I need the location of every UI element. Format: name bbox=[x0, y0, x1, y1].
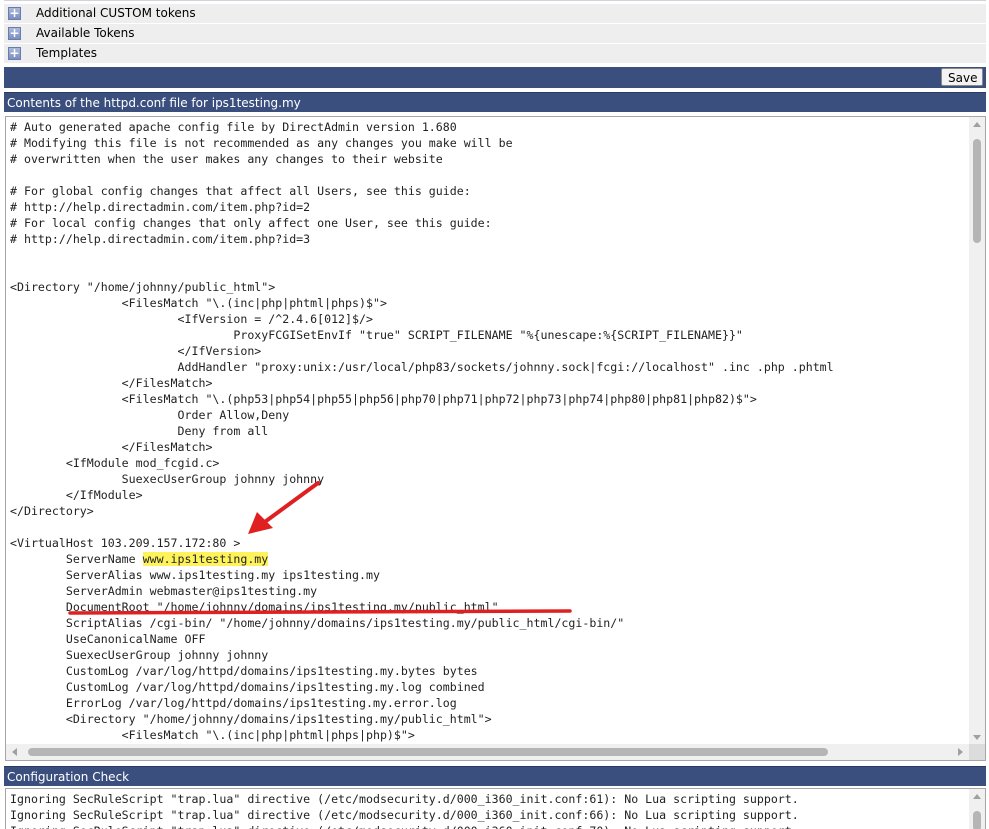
code-line: <VirtualHost 103.209.157.172:80 > bbox=[10, 536, 241, 550]
code-line: ServerName www.ips1testing.my bbox=[10, 552, 269, 566]
code-line: CustomLog /var/log/httpd/domains/ips1tes… bbox=[10, 680, 485, 694]
highlighted-server-name: www.ips1testing.my bbox=[142, 552, 269, 566]
code-line: SuexecUserGroup johnny johnny bbox=[10, 472, 325, 486]
section-templates[interactable]: + Templates bbox=[4, 44, 986, 64]
scroll-up-icon[interactable] bbox=[973, 122, 981, 127]
top-divider bbox=[4, 0, 986, 3]
check-vertical-scrollbar[interactable] bbox=[969, 789, 985, 829]
code-line: # http://help.directadmin.com/item.php?i… bbox=[10, 200, 311, 214]
code-line: # overwritten when the user makes any ch… bbox=[10, 152, 443, 166]
section-available-tokens[interactable]: + Available Tokens bbox=[4, 24, 986, 44]
code-line: <Directory "/home/johnny/domains/ips1tes… bbox=[10, 712, 492, 726]
code-line: DocumentRoot "/home/johnny/domains/ips1t… bbox=[10, 600, 499, 614]
code-line: Ignoring SecRuleScript "trap.lua" direct… bbox=[10, 808, 799, 822]
check-text[interactable]: Ignoring SecRuleScript "trap.lua" direct… bbox=[10, 791, 799, 829]
code-line: CustomLog /var/log/httpd/domains/ips1tes… bbox=[10, 664, 478, 678]
code-line: Ignoring SecRuleScript "trap.lua" direct… bbox=[10, 792, 799, 806]
scroll-down-icon[interactable] bbox=[973, 735, 981, 740]
scroll-left-icon[interactable] bbox=[12, 748, 17, 756]
code-line: # Auto generated apache config file by D… bbox=[10, 120, 457, 134]
editor-panel-title: Contents of the httpd.conf file for ips1… bbox=[4, 92, 986, 112]
code-line: </FilesMatch> bbox=[10, 376, 213, 390]
expand-plus-icon[interactable]: + bbox=[8, 47, 21, 60]
code-text[interactable]: # Auto generated apache config file by D… bbox=[10, 119, 834, 743]
section-label: Additional CUSTOM tokens bbox=[36, 6, 196, 20]
toolbar bbox=[4, 67, 986, 88]
code-line: # Modifying this file is not recommended… bbox=[10, 136, 513, 150]
section-additional-custom-tokens[interactable]: + Additional CUSTOM tokens bbox=[4, 4, 986, 24]
vertical-scrollbar[interactable] bbox=[969, 117, 985, 744]
scroll-corner bbox=[969, 744, 985, 760]
code-line: ScriptAlias /cgi-bin/ "/home/johnny/doma… bbox=[10, 616, 625, 630]
horizontal-scroll-thumb[interactable] bbox=[28, 748, 828, 756]
code-line: # http://help.directadmin.com/item.php?i… bbox=[10, 232, 311, 246]
code-line: ServerAlias www.ips1testing.my ips1testi… bbox=[10, 568, 380, 582]
code-line: ProxyFCGISetEnvIf "true" SCRIPT_FILENAME… bbox=[10, 328, 743, 342]
scroll-right-icon[interactable] bbox=[958, 748, 963, 756]
code-line: Ignoring SecRuleScript "trap.lua" direct… bbox=[10, 823, 799, 829]
expand-plus-icon[interactable]: + bbox=[8, 7, 21, 20]
section-label: Available Tokens bbox=[36, 26, 135, 40]
code-line: </IfVersion> bbox=[10, 344, 262, 358]
code-line: ServerAdmin webmaster@ips1testing.my bbox=[10, 584, 318, 598]
code-line: AddHandler "proxy:unix:/usr/local/php83/… bbox=[10, 360, 834, 374]
code-line: </Directory> bbox=[10, 504, 94, 518]
code-line: ErrorLog /var/log/httpd/domains/ips1test… bbox=[10, 696, 457, 710]
code-line: Deny from all bbox=[10, 424, 269, 438]
vertical-scroll-thumb[interactable] bbox=[973, 139, 981, 243]
code-line: SuexecUserGroup johnny johnny bbox=[10, 648, 269, 662]
httpd-conf-editor[interactable]: # Auto generated apache config file by D… bbox=[5, 116, 986, 761]
section-label: Templates bbox=[36, 46, 98, 60]
code-line: <FilesMatch "\.(inc|php|phtml|phps)$"> bbox=[10, 296, 387, 310]
code-line: <IfVersion = /^2.4.6[012]$/> bbox=[10, 312, 373, 326]
code-line: UseCanonicalName OFF bbox=[10, 632, 206, 646]
code-line: <Directory "/home/johnny/public_html"> bbox=[10, 280, 276, 294]
configuration-check-output[interactable]: Ignoring SecRuleScript "trap.lua" direct… bbox=[5, 788, 986, 829]
code-line: # For global config changes that affect … bbox=[10, 184, 471, 198]
horizontal-scrollbar[interactable] bbox=[6, 744, 969, 760]
expand-plus-icon[interactable]: + bbox=[8, 27, 21, 40]
check-panel-title: Configuration Check bbox=[4, 766, 986, 786]
code-line: Order Allow,Deny bbox=[10, 408, 290, 422]
code-line: <FilesMatch "\.(inc|php|phtml|phps|php)$… bbox=[10, 728, 415, 742]
code-line: # For local config changes that only aff… bbox=[10, 216, 492, 230]
code-line: <FilesMatch "\.(php53|php54|php55|php56|… bbox=[10, 392, 757, 406]
code-line: </FilesMatch> bbox=[10, 440, 213, 454]
save-button[interactable]: Save bbox=[941, 68, 983, 86]
check-scroll-thumb[interactable] bbox=[973, 811, 981, 829]
scroll-up-icon[interactable] bbox=[973, 794, 981, 799]
code-line: </IfModule> bbox=[10, 488, 143, 502]
code-line: <IfModule mod_fcgid.c> bbox=[10, 456, 220, 470]
